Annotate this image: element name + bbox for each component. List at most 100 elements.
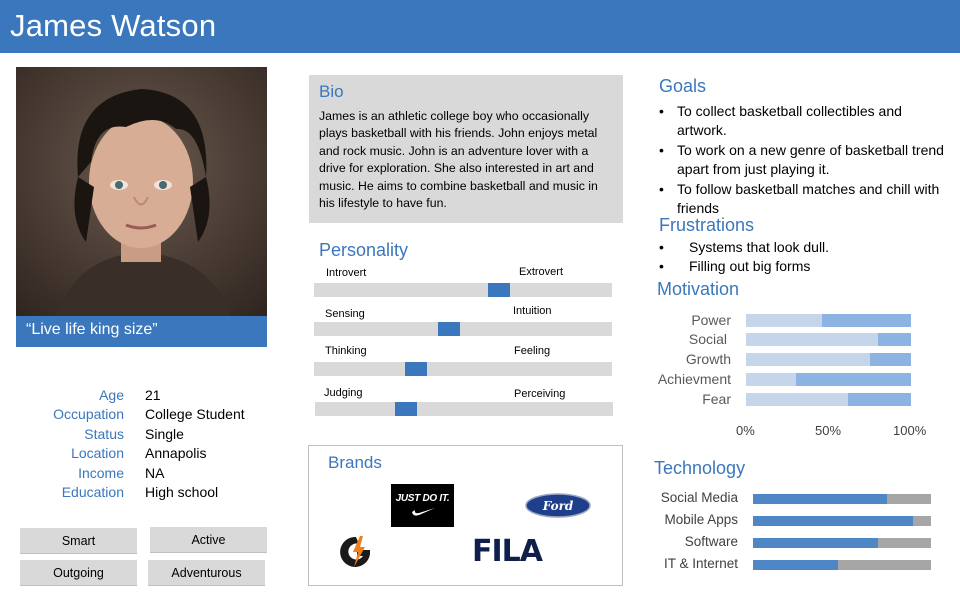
trait-tag-outgoing: Outgoing	[20, 560, 137, 586]
motivation-bar	[746, 333, 911, 346]
portrait-image	[16, 67, 267, 316]
trait-tag-adventurous: Adventurous	[148, 560, 265, 586]
persona-name: James Watson	[10, 8, 217, 43]
technology-label: Software	[684, 534, 738, 549]
brands-panel: Brands JUST DO IT. Ford G FILA	[308, 445, 623, 586]
motivation-fill	[821, 314, 911, 327]
technology-fill	[753, 516, 914, 526]
motivation-fill	[878, 333, 911, 346]
info-row-income: Income NA	[30, 464, 270, 483]
technology-fill	[753, 538, 878, 548]
bio-title: Bio	[319, 82, 344, 101]
personality-track	[314, 322, 612, 336]
goals-title: Goals	[659, 76, 707, 96]
scale-right-label: Feeling	[514, 345, 551, 357]
info-label: Education	[61, 483, 124, 500]
motivation-label: Achievment	[657, 371, 731, 387]
svg-text:Ford: Ford	[542, 499, 574, 513]
goals-section: Goals To collect basketball collectibles…	[659, 76, 949, 218]
motivation-axis-tick: 100%	[893, 423, 927, 438]
technology-bar	[753, 516, 931, 526]
info-row-age: Age 21	[30, 386, 270, 405]
fila-logo: FILA	[472, 534, 543, 569]
demographics: Age 21 Occupation College Student Status…	[30, 386, 270, 502]
info-label: Occupation	[53, 406, 124, 423]
scale-right-label: Extrovert	[519, 266, 564, 278]
info-value: High school	[145, 483, 219, 500]
info-row-status: Status Single	[30, 425, 270, 444]
technology-label: Mobile Apps	[664, 512, 738, 527]
technology-fill	[753, 560, 839, 570]
frustrations-list: Systems that look dull. Filling out big …	[659, 238, 949, 277]
scale-right-label: Perceiving	[514, 388, 566, 400]
personality-marker	[405, 362, 428, 376]
frustrations-title: Frustrations	[659, 215, 755, 235]
info-row-occupation: Occupation College Student	[30, 405, 270, 424]
persona-quote: “Live life king size”	[16, 316, 267, 347]
ford-oval-icon: Ford	[525, 493, 591, 518]
bio-text: James is an athletic college boy who occ…	[319, 109, 598, 211]
technology-label: Social Media	[660, 490, 738, 505]
goals-list: To collect basketball collectibles and a…	[659, 102, 949, 218]
frustration-item: Filling out big forms	[659, 257, 949, 277]
personality-marker	[487, 283, 510, 297]
frustration-item: Systems that look dull.	[659, 238, 949, 258]
motivation-fill	[848, 393, 911, 406]
motivation-label: Power	[691, 312, 731, 328]
scale-right-label: Intuition	[513, 305, 552, 317]
motivation-fill	[795, 373, 911, 386]
ford-logo: Ford	[525, 493, 591, 518]
motivation-label: Social	[688, 331, 727, 347]
personality-marker	[438, 322, 461, 336]
personality-title: Personality	[319, 240, 409, 260]
info-value: College Student	[145, 406, 245, 423]
info-value: Single	[145, 425, 184, 442]
info-label: Income	[78, 464, 124, 481]
technology-title: Technology	[654, 458, 746, 478]
bio-panel: Bio James is an athletic college boy who…	[309, 75, 623, 223]
personality-track	[315, 402, 613, 416]
info-value: NA	[145, 464, 165, 481]
motivation-fill	[869, 353, 911, 366]
goal-item: To work on a new genre of basketball tre…	[659, 141, 949, 180]
header-bar: James Watson	[0, 0, 960, 53]
technology-bar	[753, 494, 931, 504]
motivation-bar	[746, 373, 911, 386]
info-value: Annapolis	[145, 445, 207, 462]
info-row-location: Location Annapolis	[30, 444, 270, 463]
personality-track	[314, 283, 612, 297]
info-value: 21	[145, 387, 161, 403]
personality-marker	[395, 402, 418, 416]
scale-left-label: Thinking	[325, 345, 367, 357]
info-label: Age	[99, 387, 124, 403]
goal-item: To collect basketball collectibles and a…	[659, 102, 949, 141]
nike-logo: JUST DO IT.	[391, 484, 454, 527]
technology-fill	[753, 494, 887, 504]
technology-label: IT & Internet	[663, 556, 738, 571]
goal-item: To follow basketball matches and chill w…	[659, 180, 949, 219]
motivation-bar	[746, 353, 911, 366]
motivation-axis-tick: 0%	[736, 423, 755, 438]
persona-photo	[16, 67, 267, 316]
motivation-label: Fear	[702, 391, 731, 407]
motivation-title: Motivation	[657, 279, 740, 299]
technology-bar	[753, 560, 931, 570]
swoosh-icon	[412, 508, 435, 516]
info-label: Status	[84, 425, 124, 442]
info-row-education: Education High school	[30, 483, 270, 502]
trait-tag-active: Active	[150, 527, 267, 553]
brands-title: Brands	[328, 453, 382, 472]
scale-left-label: Introvert	[326, 267, 367, 279]
trait-tag-smart: Smart	[20, 528, 137, 554]
scale-left-label: Judging	[324, 387, 363, 399]
info-label: Location	[71, 445, 124, 462]
gatorade-bolt-icon: G	[340, 536, 370, 567]
motivation-axis-tick: 50%	[815, 423, 842, 438]
gatorade-logo: G	[339, 534, 373, 570]
motivation-bar	[746, 393, 911, 406]
motivation-bar	[746, 314, 911, 327]
scale-left-label: Sensing	[325, 308, 365, 320]
technology-bar	[753, 538, 931, 548]
personality-track	[314, 362, 612, 376]
motivation-label: Growth	[685, 351, 731, 367]
